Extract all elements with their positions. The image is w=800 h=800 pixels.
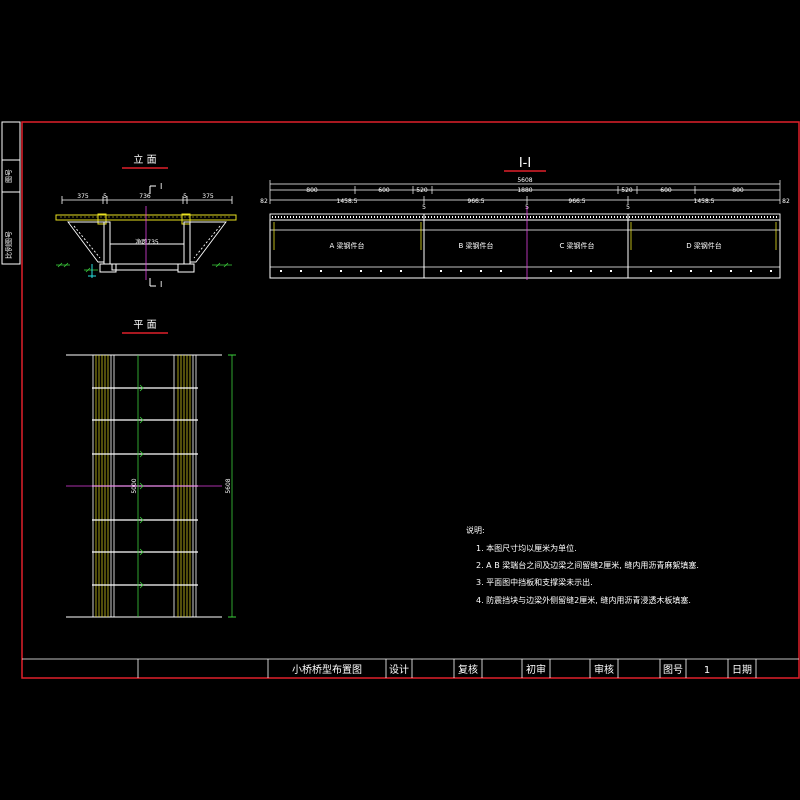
drawing-canvas: 图号 比例图号 立 面 I I 375 5 736 5 375 净跨735 平 … [1, 121, 800, 679]
sdb-3: 966.5 [467, 198, 484, 205]
elev-dim-4: 5 [183, 193, 187, 200]
beam-c-label: C 梁钢件台 [559, 241, 594, 250]
side-label-top: 图号 [5, 169, 13, 183]
note-2: 2. A B 梁端台之间及边梁之间留缝2厘米, 缝内用沥青麻絮填塞. [476, 560, 699, 570]
section-mark-top: I [149, 182, 162, 194]
notes-heading: 说明: [466, 525, 485, 535]
sdb-8: 82 [782, 198, 790, 205]
sdt-1: 600 [378, 187, 390, 194]
sdb-6: 5 [626, 204, 630, 211]
sdt-2: 520 [416, 187, 428, 194]
section-total: 5608 [517, 177, 532, 184]
date-label: 日期 [732, 664, 752, 676]
svg-text:I: I [160, 280, 162, 289]
sdt-3: 1880 [517, 187, 532, 194]
section-slab-holes [280, 270, 772, 272]
sdb-1: 1458.5 [337, 198, 358, 205]
elev-dim-1: 375 [77, 193, 89, 200]
design-label: 设计 [389, 663, 409, 676]
note-1: 1. 本图尺寸均以厘米为单位. [476, 543, 577, 553]
beam-a-label: A 梁钢件台 [329, 241, 364, 250]
review-label: 复核 [458, 663, 478, 676]
sdt-0: 800 [306, 187, 318, 194]
drawing-name: 小桥桥型布置图 [292, 663, 362, 676]
plan-title: 平 面 [133, 320, 156, 331]
sheet-label: 图号 [663, 664, 683, 676]
sdt-4: 520 [621, 187, 633, 194]
note-4: 4. 防震挡块与边梁外侧留缝2厘米, 缝内用沥青浸透木板填塞. [476, 595, 691, 605]
plan-view [66, 354, 236, 618]
span-label: 净跨735 [135, 238, 159, 246]
elev-dim-3: 736 [139, 193, 151, 200]
note-3: 3. 平面图中挡板和支撑梁未示出. [476, 577, 593, 587]
elevation-title: 立 面 [133, 153, 156, 166]
sdb-5: 966.5 [568, 198, 585, 205]
check-label: 初审 [526, 663, 546, 676]
beam-d-label: D 梁钢件台 [686, 241, 722, 250]
elev-dim-2: 5 [103, 193, 107, 200]
sdb-2: 5 [422, 204, 426, 211]
sdb-0: 82 [260, 198, 268, 205]
elev-dim-5: 375 [202, 193, 214, 200]
plan-length-label: 5608 [225, 478, 232, 493]
sdt-5: 600 [660, 187, 672, 194]
drawing-border [21, 121, 800, 679]
audit-label: 审核 [594, 663, 614, 676]
section-mark-bottom: I [149, 278, 162, 289]
side-label-bottom: 比例图号 [4, 231, 13, 259]
abutments [99, 221, 195, 273]
sdb-7: 1458.5 [694, 198, 715, 205]
sheet-number: 1 [704, 665, 710, 676]
section-title: I-I [519, 156, 531, 171]
beam-b-label: B 梁钢件台 [458, 241, 493, 250]
plan-inner-label: 5000 [131, 478, 138, 493]
sdt-6: 800 [732, 187, 744, 194]
svg-text:I: I [160, 182, 162, 191]
